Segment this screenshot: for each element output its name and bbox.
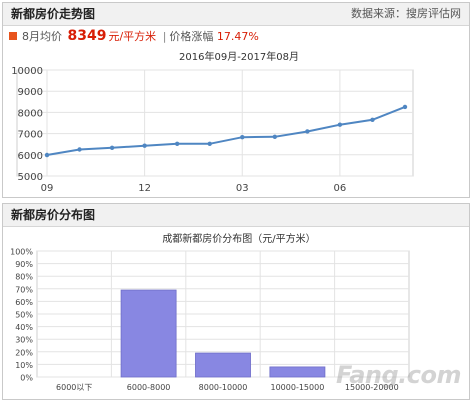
y-tick-label: 60% — [15, 298, 33, 307]
distribution-bar — [269, 366, 326, 378]
y-tick-label: 10000 — [11, 66, 43, 77]
month-average-label: 8月均价 — [22, 30, 62, 43]
y-tick-label: 40% — [15, 323, 33, 332]
y-tick-label: 9000 — [18, 87, 43, 98]
y-tick-label: 70% — [15, 285, 33, 294]
trend-panel: 新都房价走势图 数据来源：搜房评估网 8月均价 8349 元/平方米 | 价格涨幅 … — [2, 2, 470, 198]
trend-title: 新都房价走势图 — [11, 7, 96, 21]
y-tick-label: 6000 — [18, 151, 43, 162]
data-point — [174, 141, 180, 146]
y-tick-label: 100% — [10, 248, 33, 257]
data-point — [77, 147, 82, 152]
y-tick-label: 90% — [15, 260, 33, 269]
data-point — [402, 104, 408, 110]
fang-watermark-logo: Fang.com — [336, 361, 461, 389]
data-point — [142, 143, 147, 148]
distribution-bar — [120, 289, 177, 378]
x-category-label: 10000-15000 — [271, 383, 325, 392]
x-tick-label: 03 — [236, 183, 249, 194]
x-tick-label: 12 — [138, 183, 151, 194]
y-tick-label: 5000 — [18, 172, 43, 183]
x-category-label: 6000以下 — [56, 383, 92, 392]
bar-chart-title: 成都新都房价分布图（元/平方米） — [162, 232, 315, 245]
y-tick-label: 30% — [15, 336, 33, 345]
x-tick-label: 09 — [41, 183, 54, 194]
data-point — [272, 134, 278, 139]
price-unit: 元/平方米 — [108, 30, 157, 43]
price-trend-chart: 2016年09月-2017年08月 5000 6000 7000 8000 9000 10… — [11, 50, 414, 194]
price-stats: 8月均价 8349 元/平方米 | 价格涨幅 17.47% — [3, 26, 469, 46]
y-tick-label: 80% — [15, 273, 33, 282]
data-source: 数据来源：搜房评估网 — [351, 7, 461, 20]
distribution-title: 新都房价分布图 — [11, 208, 96, 222]
y-tick-label: 20% — [15, 348, 33, 357]
bullet-square-icon — [9, 32, 17, 40]
distribution-bar — [195, 352, 251, 378]
x-tick-label: 06 — [334, 183, 347, 194]
trend-panel-header: 新都房价走势图 数据来源：搜房评估网 — [3, 3, 469, 26]
stats-separator: | — [162, 30, 167, 43]
distribution-panel-header: 新都房价分布图 — [3, 204, 469, 227]
y-tick-label: 8000 — [18, 108, 43, 119]
data-point — [305, 129, 310, 134]
rise-value: 17.47% — [216, 30, 259, 43]
average-price: 8349 — [67, 28, 107, 44]
data-point — [109, 145, 115, 151]
data-point — [337, 122, 343, 127]
line-chart-title: 2016年09月-2017年08月 — [179, 50, 299, 63]
data-point — [240, 135, 245, 140]
y-tick-label: 0% — [20, 374, 33, 383]
data-point — [207, 141, 212, 146]
x-category-label: 8000-10000 — [199, 383, 248, 392]
y-tick-label: 10% — [15, 361, 33, 370]
x-category-label: 6000-8000 — [127, 383, 171, 392]
rise-label: 价格涨幅 — [169, 30, 214, 43]
y-tick-label: 7000 — [18, 130, 43, 141]
y-tick-label: 50% — [15, 311, 33, 320]
data-point — [44, 152, 50, 158]
data-point — [370, 117, 375, 123]
distribution-panel: 新都房价分布图 成都新都房价分布图（元/平方米） 0% 10% 20% 30% 40% 5… — [2, 203, 470, 400]
price-series-line — [46, 105, 406, 156]
